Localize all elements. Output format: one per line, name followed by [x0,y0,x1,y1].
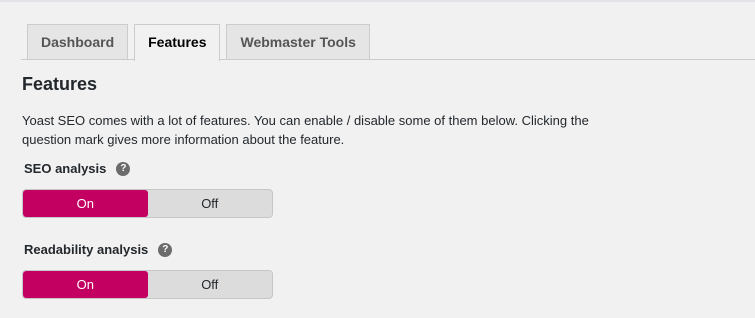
tab-divider [21,59,755,60]
tab-dashboard[interactable]: Dashboard [27,24,129,60]
readability-analysis-label-row: Readability analysis ? [24,242,173,257]
page-title: Features [22,74,98,94]
seo-analysis-toggle: On Off [22,189,273,218]
help-icon[interactable]: ? [158,242,173,257]
seo-analysis-off-option[interactable]: Off [148,190,273,217]
seo-analysis-on-option[interactable]: On [23,190,148,217]
tab-webmaster-tools[interactable]: Webmaster Tools [226,24,370,60]
help-icon[interactable]: ? [116,161,131,176]
seo-analysis-label-row: SEO analysis ? [24,161,131,176]
readability-analysis-off-option[interactable]: Off [148,271,273,298]
tab-bar: Dashboard Features Webmaster Tools [27,24,376,61]
readability-analysis-on-option[interactable]: On [23,271,148,298]
readability-analysis-toggle: On Off [22,270,273,299]
intro-text: Yoast SEO comes with a lot of features. … [22,113,589,147]
top-divider [0,0,755,2]
seo-analysis-label: SEO analysis [24,161,107,176]
readability-analysis-label: Readability analysis [24,242,149,257]
tab-features[interactable]: Features [134,24,221,61]
